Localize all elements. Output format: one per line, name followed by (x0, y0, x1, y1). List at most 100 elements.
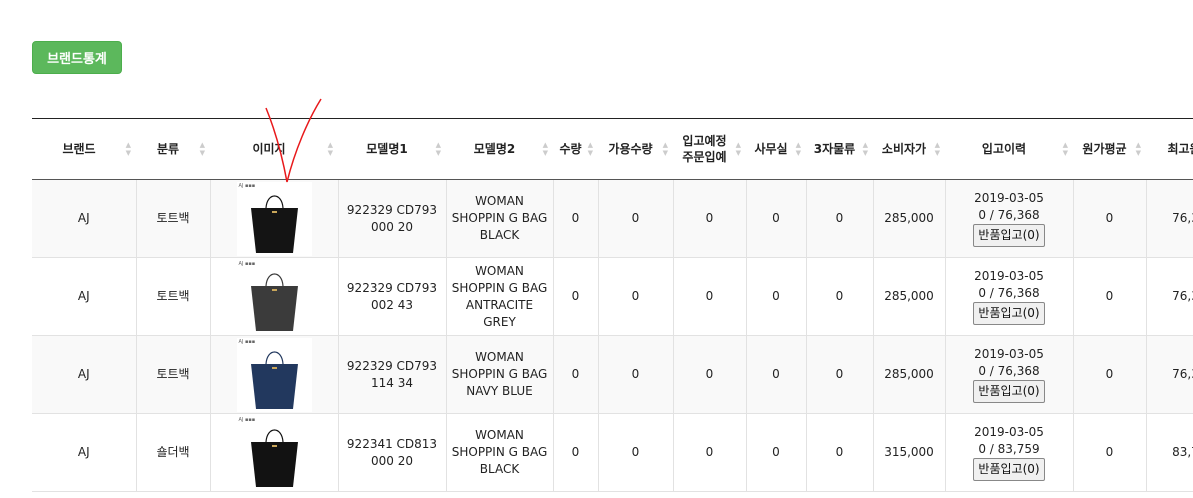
col-avail-qty-header[interactable]: 가용수량 ▲ ▼ (598, 118, 673, 180)
sort-icon[interactable]: ▲ ▼ (543, 141, 548, 157)
history-cell: 2019-03-05 0 / 76,368 반품입고(0) (945, 179, 1074, 258)
return-receive-button[interactable]: 반품입고(0) (973, 380, 1045, 403)
max-cost-cell: 76,36 (1146, 335, 1193, 414)
office-cell: 0 (746, 257, 807, 336)
max-cost-cell: 76,36 (1146, 257, 1193, 336)
sort-icon[interactable]: ▲ ▼ (1136, 141, 1141, 157)
image-cell[interactable]: AJ ▪▪▪ (210, 413, 339, 492)
max-cost-cell: 76,36 (1146, 179, 1193, 258)
table-row[interactable]: AJ 토트백 AJ ▪▪▪ 922329 CD793 002 43 WOMAN SHOP… (32, 257, 1193, 336)
history-date: 2019-03-05 (974, 347, 1044, 361)
incoming-cell: 0 (673, 413, 747, 492)
avail-qty-cell: 0 (598, 413, 674, 492)
history-qty: 0 / 76,368 (978, 286, 1040, 300)
3pl-cell: 0 (806, 413, 874, 492)
sort-icon[interactable]: ▲ ▼ (863, 141, 868, 157)
sort-icon[interactable]: ▲ ▼ (126, 141, 131, 157)
image-cell[interactable]: AJ ▪▪▪ (210, 335, 339, 414)
sort-icon[interactable]: ▲ ▼ (588, 141, 593, 157)
office-cell: 0 (746, 335, 807, 414)
qty-cell: 0 (553, 257, 599, 336)
model1-cell: 922329 CD793 114 34 (338, 335, 447, 414)
return-receive-button[interactable]: 반품입고(0) (973, 224, 1045, 247)
max-cost-cell: 83,75 (1146, 413, 1193, 492)
retail-price-cell: 285,000 (873, 335, 946, 414)
incoming-cell: 0 (673, 335, 747, 414)
sort-icon[interactable]: ▲ ▼ (796, 141, 801, 157)
col-incoming-header[interactable]: 입고예정 주문입예 ▲ ▼ (673, 118, 746, 180)
category-cell: 숄더백 (136, 413, 211, 492)
incoming-cell: 0 (673, 179, 747, 258)
history-qty: 0 / 76,368 (978, 364, 1040, 378)
table-row[interactable]: AJ 토트백 AJ ▪▪▪ 922329 CD793 000 20 WOMAN SHOP… (32, 179, 1193, 258)
col-qty-header[interactable]: 수량 ▲ ▼ (553, 118, 598, 180)
col-image-header[interactable]: 이미지 ▲ ▼ (210, 118, 338, 180)
model1-cell: 922329 CD793 000 20 (338, 179, 447, 258)
office-cell: 0 (746, 179, 807, 258)
cost-avg-cell: 0 (1073, 413, 1147, 492)
3pl-cell: 0 (806, 335, 874, 414)
category-cell: 토트백 (136, 257, 211, 336)
product-table: 브랜드 ▲ ▼ 분류 ▲ ▼ 이미지 ▲ ▼ 모델명1 ▲ ▼ 모델명2 ▲ ▼ 수량 ▲ ▼ 가용수량… (32, 118, 1193, 492)
history-qty: 0 / 76,368 (978, 208, 1040, 222)
black-shoulder-bag-image[interactable]: AJ ▪▪▪ (236, 415, 312, 490)
return-receive-button[interactable]: 반품입고(0) (973, 458, 1045, 481)
image-cell[interactable]: AJ ▪▪▪ (210, 257, 339, 336)
3pl-cell: 0 (806, 257, 874, 336)
navy-tote-bag-image[interactable]: AJ ▪▪▪ (236, 337, 312, 412)
history-cell: 2019-03-05 0 / 83,759 반품입고(0) (945, 413, 1074, 492)
avail-qty-cell: 0 (598, 335, 674, 414)
history-date: 2019-03-05 (974, 191, 1044, 205)
col-max-cost-header[interactable]: 최고원 (1146, 118, 1193, 180)
table-row[interactable]: AJ 숄더백 AJ ▪▪▪ 922341 CD813 000 20 WOMAN SHOP… (32, 413, 1193, 492)
col-brand-header[interactable]: 브랜드 ▲ ▼ (32, 118, 136, 180)
sort-icon[interactable]: ▲ ▼ (736, 141, 741, 157)
brand-cell: AJ (32, 335, 137, 414)
brand-cell: AJ (32, 257, 137, 336)
model1-cell: 922329 CD793 002 43 (338, 257, 447, 336)
qty-cell: 0 (553, 335, 599, 414)
retail-price-cell: 285,000 (873, 179, 946, 258)
col-category-header[interactable]: 분류 ▲ ▼ (136, 118, 210, 180)
sort-icon[interactable]: ▲ ▼ (436, 141, 441, 157)
model2-cell: WOMAN SHOPPIN G BAG BLACK (446, 179, 554, 258)
brand-stats-button[interactable]: 브랜드통계 (32, 41, 122, 74)
sort-icon[interactable]: ▲ ▼ (663, 141, 668, 157)
grey-tote-bag-image[interactable]: AJ ▪▪▪ (236, 259, 312, 334)
col-3pl-header[interactable]: 3자물류 ▲ ▼ (806, 118, 873, 180)
incoming-cell: 0 (673, 257, 747, 336)
sort-icon[interactable]: ▲ ▼ (200, 141, 205, 157)
history-date: 2019-03-05 (974, 269, 1044, 283)
sort-icon[interactable]: ▲ ▼ (935, 141, 940, 157)
cost-avg-cell: 0 (1073, 335, 1147, 414)
model2-cell: WOMAN SHOPPIN G BAG ANTRACITE GREY (446, 257, 554, 336)
category-cell: 토트백 (136, 335, 211, 414)
col-office-header[interactable]: 사무실 ▲ ▼ (746, 118, 806, 180)
brand-cell: AJ (32, 179, 137, 258)
qty-cell: 0 (553, 179, 599, 258)
col-model2-header[interactable]: 모델명2 ▲ ▼ (446, 118, 553, 180)
avail-qty-cell: 0 (598, 179, 674, 258)
history-date: 2019-03-05 (974, 425, 1044, 439)
col-cost-avg-header[interactable]: 원가평균 ▲ ▼ (1073, 118, 1146, 180)
history-cell: 2019-03-05 0 / 76,368 반품입고(0) (945, 335, 1074, 414)
avail-qty-cell: 0 (598, 257, 674, 336)
qty-cell: 0 (553, 413, 599, 492)
col-retail-price-header[interactable]: 소비자가 ▲ ▼ (873, 118, 945, 180)
sort-icon[interactable]: ▲ ▼ (328, 141, 333, 157)
col-history-header[interactable]: 입고이력 ▲ ▼ (945, 118, 1073, 180)
return-receive-button[interactable]: 반품입고(0) (973, 302, 1045, 325)
office-cell: 0 (746, 413, 807, 492)
history-qty: 0 / 83,759 (978, 442, 1040, 456)
retail-price-cell: 285,000 (873, 257, 946, 336)
model2-cell: WOMAN SHOPPIN G BAG NAVY BLUE (446, 335, 554, 414)
black-tote-bag-image[interactable]: AJ ▪▪▪ (236, 181, 312, 256)
table-row[interactable]: AJ 토트백 AJ ▪▪▪ 922329 CD793 114 34 WOMAN SHOP… (32, 335, 1193, 414)
sort-icon[interactable]: ▲ ▼ (1063, 141, 1068, 157)
table-header-row: 브랜드 ▲ ▼ 분류 ▲ ▼ 이미지 ▲ ▼ 모델명1 ▲ ▼ 모델명2 ▲ ▼ 수량 ▲ ▼ 가용수량… (32, 118, 1193, 180)
brand-cell: AJ (32, 413, 137, 492)
cost-avg-cell: 0 (1073, 257, 1147, 336)
image-cell[interactable]: AJ ▪▪▪ (210, 179, 339, 258)
3pl-cell: 0 (806, 179, 874, 258)
col-model1-header[interactable]: 모델명1 ▲ ▼ (338, 118, 446, 180)
